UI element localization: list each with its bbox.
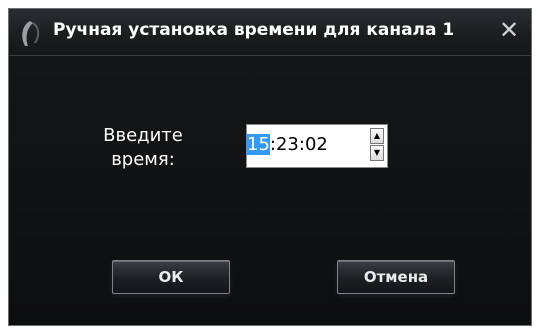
time-label: Введите время: [103,125,183,170]
title-bar: Ручная установка времени для канала 1 ✕ [9,9,531,56]
time-value: 15:23:02 [247,134,328,155]
time-hours-selected: 15 [247,134,270,155]
time-minutes-seconds: :23:02 [269,134,328,155]
arrow-down-icon[interactable]: ▼ [370,145,384,161]
time-input[interactable]: 15:23:02 [246,124,388,168]
close-icon[interactable]: ✕ [497,17,521,43]
app-logo-icon [17,19,43,49]
window-title: Ручная установка времени для канала 1 [53,20,455,40]
arrow-up-icon[interactable]: ▲ [370,128,384,144]
ok-button[interactable]: ОК [112,260,230,294]
cancel-button[interactable]: Отмена [337,260,455,294]
